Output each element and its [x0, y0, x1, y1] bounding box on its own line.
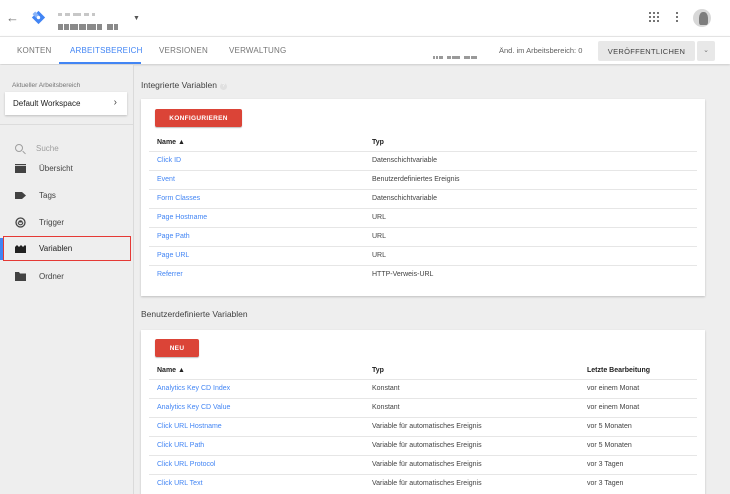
workspace-changes-count: Änd. im Arbeitsbereich: 0: [499, 46, 583, 55]
last-edit: vor einem Monat: [587, 385, 640, 392]
variable-link[interactable]: Click URL Hostname: [157, 423, 222, 430]
selection-highlight: [3, 236, 131, 261]
sidebar-item-label: Übersicht: [39, 164, 73, 173]
variable-type: Benutzerdefiniertes Ereignis: [372, 176, 460, 183]
search-input[interactable]: [36, 141, 124, 155]
variable-type: URL: [372, 214, 387, 221]
trigger-icon: [15, 217, 26, 228]
builtin-variables-card: KONFIGURIEREN Name ▲ Typ Click ID Datens…: [141, 99, 705, 296]
last-edit: vor 5 Monaten: [587, 442, 632, 449]
divider: [0, 124, 133, 125]
tab-arbeitsbereich[interactable]: ARBEITSBEREICH: [70, 46, 143, 55]
variable-link[interactable]: Click URL Text: [157, 480, 203, 487]
sidebar: Aktueller Arbeitsbereich Default Workspa…: [0, 65, 134, 494]
nav-bar: KONTEN ARBEITSBEREICH VERSIONEN VERWALTU…: [0, 36, 730, 64]
table-row: Page URL URL: [149, 246, 697, 265]
column-header-name[interactable]: Name ▲: [157, 367, 185, 374]
table-row: Page Hostname URL: [149, 208, 697, 227]
variable-type: URL: [372, 233, 387, 240]
column-header-type: Typ: [372, 367, 384, 374]
publish-button[interactable]: VERÖFFENTLICHEN: [598, 41, 695, 61]
variable-type: Konstant: [372, 404, 400, 411]
variable-link[interactable]: Referrer: [157, 271, 183, 278]
new-variable-button[interactable]: NEU: [155, 339, 199, 357]
variable-link[interactable]: Click URL Protocol: [157, 461, 215, 468]
table-row: Click URL Protocol Variable für automati…: [149, 455, 697, 474]
workspace-selector[interactable]: Default Workspace ›: [5, 92, 127, 115]
tab-konten[interactable]: KONTEN: [17, 46, 52, 55]
folder-icon: [15, 272, 26, 281]
table-row: Event Benutzerdefiniertes Ereignis: [149, 170, 697, 189]
variable-link[interactable]: Click ID: [157, 157, 181, 164]
table-row: Referrer HTTP-Verweis-URL: [149, 265, 697, 284]
table-row: Click ID Datenschichtvariable: [149, 151, 697, 170]
variable-type: Konstant: [372, 385, 400, 392]
variable-link[interactable]: Event: [157, 176, 175, 183]
variable-type: Datenschichtvariable: [372, 157, 437, 164]
builtin-section-title: Integrierte Variablen?: [141, 80, 227, 90]
chevron-right-icon: ›: [113, 97, 117, 108]
variable-link[interactable]: Page Path: [157, 233, 190, 240]
workspace-name-redacted: [433, 49, 478, 60]
container-dropdown-icon[interactable]: ▼: [133, 15, 140, 22]
last-edit: vor 3 Tagen: [587, 461, 624, 468]
tag-icon: [15, 192, 26, 199]
overview-icon: [15, 164, 26, 173]
sidebar-item-label: Tags: [39, 191, 56, 200]
variable-type: URL: [372, 252, 387, 259]
variable-link[interactable]: Click URL Path: [157, 442, 204, 449]
variable-link[interactable]: Form Classes: [157, 195, 200, 202]
last-edit: vor einem Monat: [587, 404, 640, 411]
sidebar-item-uebersicht[interactable]: Übersicht: [0, 158, 133, 180]
variable-link[interactable]: Analytics Key CD Index: [157, 385, 230, 392]
configure-button[interactable]: KONFIGURIEREN: [155, 109, 242, 127]
table-row: Analytics Key CD Index Konstant vor eine…: [149, 379, 697, 398]
account-name-redacted[interactable]: [58, 6, 108, 17]
column-header-name[interactable]: Name ▲: [157, 139, 185, 146]
chevron-down-icon[interactable]: ⌄: [697, 41, 715, 61]
tab-versionen[interactable]: VERSIONEN: [159, 46, 208, 55]
sidebar-item-label: Trigger: [39, 218, 65, 227]
table-row: Form Classes Datenschichtvariable: [149, 189, 697, 208]
variable-type: Variable für automatisches Ereignis: [372, 480, 482, 487]
column-header-last-edit: Letzte Bearbeitung: [587, 367, 651, 374]
builtin-title-text: Integrierte Variablen: [141, 80, 217, 90]
last-edit: vor 3 Tagen: [587, 480, 624, 487]
variable-type: Variable für automatisches Ereignis: [372, 461, 482, 468]
variable-type: Variable für automatisches Ereignis: [372, 423, 482, 430]
variable-type: Variable für automatisches Ereignis: [372, 442, 482, 449]
active-tab-indicator: [59, 62, 141, 64]
sidebar-item-label: Ordner: [39, 272, 64, 281]
search-icon: [15, 144, 23, 152]
table-row: Click URL Text Variable für automatische…: [149, 474, 697, 493]
custom-variables-card: NEU Name ▲ Typ Letzte Bearbeitung Analyt…: [141, 330, 705, 494]
workspace-label: Aktueller Arbeitsbereich: [12, 82, 81, 89]
sidebar-item-tags[interactable]: Tags: [0, 185, 133, 207]
tab-verwaltung[interactable]: VERWALTUNG: [229, 46, 286, 55]
column-header-type: Typ: [372, 139, 384, 146]
variable-link[interactable]: Page URL: [157, 252, 189, 259]
variable-link[interactable]: Analytics Key CD Value: [157, 404, 230, 411]
table-row: Page Path URL: [149, 227, 697, 246]
workspace-value: Default Workspace: [13, 99, 81, 108]
arrow-back-icon[interactable]: ←: [6, 11, 19, 25]
table-row: Click URL Hostname Variable für automati…: [149, 417, 697, 436]
table-row: Click URL Path Variable für automatische…: [149, 436, 697, 455]
avatar[interactable]: [693, 9, 711, 27]
variable-link[interactable]: Page Hostname: [157, 214, 207, 221]
help-icon[interactable]: ?: [219, 83, 227, 90]
top-bar: ← ▼: [0, 0, 730, 36]
sidebar-item-trigger[interactable]: Trigger: [0, 212, 133, 234]
sidebar-item-ordner[interactable]: Ordner: [0, 266, 133, 288]
last-edit: vor 5 Monaten: [587, 423, 632, 430]
gtm-diamond-icon: [31, 10, 46, 25]
custom-section-title: Benutzerdefinierte Variablen: [141, 309, 248, 319]
container-name-redacted[interactable]: [58, 18, 119, 30]
variable-type: Datenschichtvariable: [372, 195, 437, 202]
more-vert-icon[interactable]: [676, 12, 679, 24]
apps-grid-icon[interactable]: [649, 12, 660, 23]
variable-type: HTTP-Verweis-URL: [372, 271, 434, 278]
table-row: Analytics Key CD Value Konstant vor eine…: [149, 398, 697, 417]
